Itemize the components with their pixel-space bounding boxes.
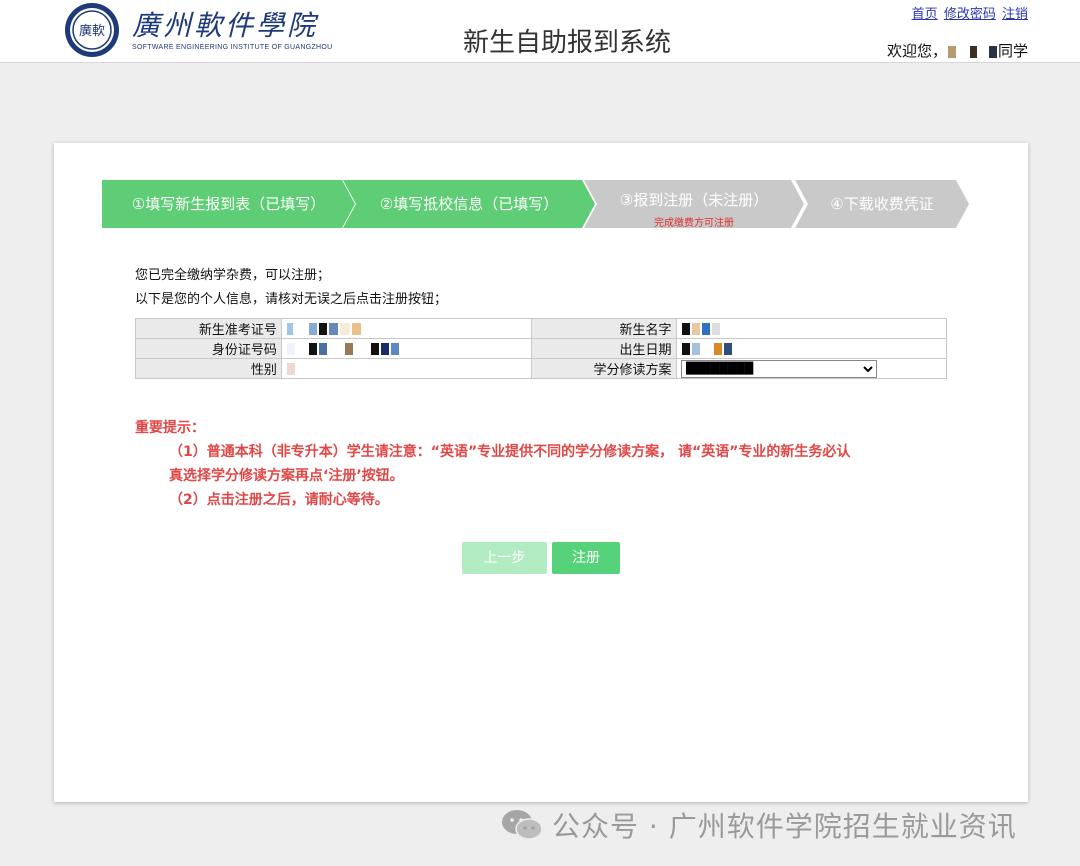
step-4[interactable]: ④下载收费凭证 [795,180,969,228]
exam-no-value [280,318,532,339]
intro-text: 您已完全缴纳学杂费，可以注册； 以下是您的个人信息，请核对无误之后点击注册按钮； [135,264,447,312]
notice-item-1-cont: 真选择学分修读方案再点‘注册’按钮。 [169,468,404,484]
school-name-cn: 廣州軟件學院 [132,9,319,42]
home-link[interactable]: 首页 [912,7,938,22]
name-label: 新生名字 [530,318,677,339]
watermark-text: 公众号 · 广州软件学院招生就业资讯 [552,810,1017,843]
school-seal-icon: 廣軟 [65,3,119,57]
table-row: 身份证号码 出生日期 [135,338,948,359]
progress-steps: ①填写新生报到表（已填写） ②填写抵校信息（已填写） ③报到注册（未注册） 完成… [102,180,972,229]
credit-plan-select[interactable]: ████████ [680,359,877,378]
exam-no-label: 新生准考证号 [135,318,282,339]
step-4-label: ④下载收费凭证 [830,195,934,213]
plan-label: 学分修读方案 [530,358,677,379]
notice-title: 重要提示： [135,420,205,436]
step-1[interactable]: ①填写新生报到表（已填写） [102,180,355,228]
id-label: 身份证号码 [135,338,282,359]
name-value [675,318,948,339]
step-2[interactable]: ②填写抵校信息（已填写） [343,180,595,228]
top-header: 廣軟 廣州軟件學院 SOFTWARE ENGINEERING INSTITUTE… [0,0,1080,63]
previous-step-button[interactable]: 上一步 [462,542,547,574]
birth-value [675,338,948,359]
registration-card: ①填写新生报到表（已填写） ②填写抵校信息（已填写） ③报到注册（未注册） 完成… [54,143,1028,802]
table-row: 新生准考证号 新生名字 [135,318,948,339]
id-value [280,338,532,359]
plan-value: ████████ [675,358,948,379]
system-title: 新生自助报到系统 [463,28,672,58]
table-row: 性别 学分修读方案 ████████ [135,358,948,379]
logout-link[interactable]: 注销 [1002,7,1028,22]
student-info-table: 新生准考证号 新生名字 身份证号码 出生日期 性别 学分修读方案 ███████… [135,318,948,379]
important-notice: 重要提示： （1）普通本科（非专升本）学生请注意：“英语”专业提供不同的学分修读… [135,416,850,512]
birth-label: 出生日期 [530,338,677,359]
intro-line-2: 以下是您的个人信息，请核对无误之后点击注册按钮； [135,292,448,307]
welcome-text: 欢迎您， 同学 [886,42,1028,60]
step-1-label: ①填写新生报到表（已填写） [131,195,326,213]
change-password-link[interactable]: 修改密码 [944,7,996,22]
gender-label: 性别 [135,358,282,379]
step-2-label: ②填写抵校信息（已填写） [379,195,559,213]
gender-value [280,358,532,379]
school-logo: 廣軟 廣州軟件學院 SOFTWARE ENGINEERING INSTITUTE… [62,2,332,58]
wechat-icon [502,810,543,840]
top-links: 首页 修改密码 注销 [910,3,1028,22]
intro-line-1: 您已完全缴纳学杂费，可以注册； [135,268,331,283]
notice-item-1: （1）普通本科（非专升本）学生请注意：“英语”专业提供不同的学分修读方案， 请“… [169,444,851,460]
school-name-en: SOFTWARE ENGINEERING INSTITUTE OF GUANGZ… [132,44,333,51]
step-3-note: 完成缴费方可注册 [654,218,734,229]
step-3[interactable]: ③报到注册（未注册） 完成缴费方可注册 [584,180,804,229]
notice-item-2: （2）点击注册之后，请耐心等待。 [169,492,389,508]
redacted-name [947,45,956,58]
register-button[interactable]: 注册 [552,542,620,574]
svg-text:廣軟: 廣軟 [79,23,105,39]
